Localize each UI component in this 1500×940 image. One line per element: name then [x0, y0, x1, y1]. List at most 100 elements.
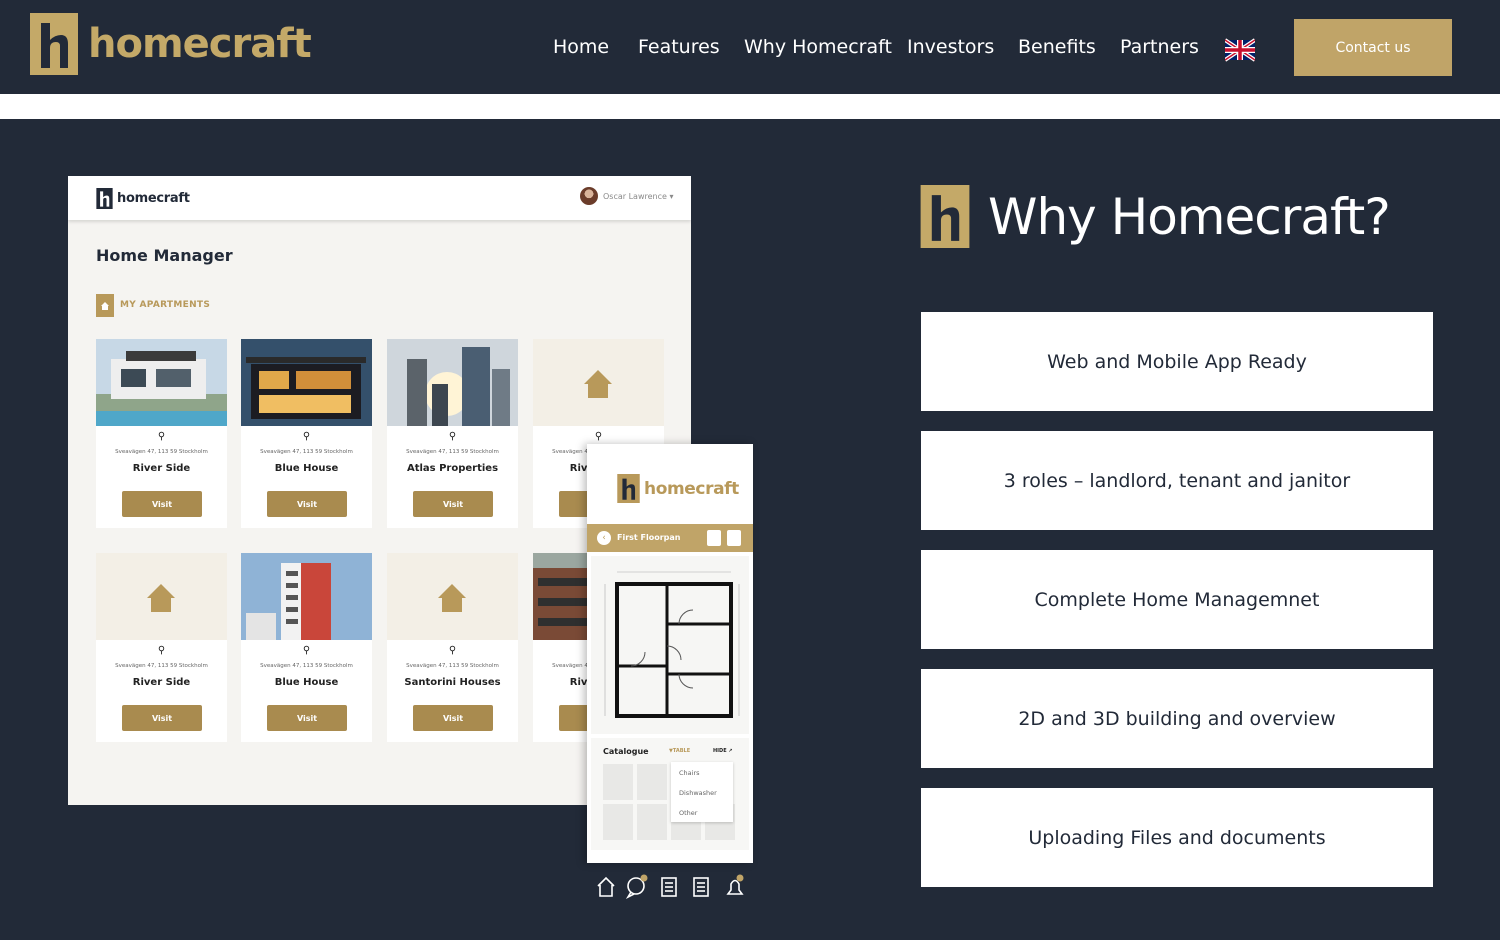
feature-card-home-management: Complete Home Managemnet: [921, 550, 1433, 649]
location-pin-icon: ⚲: [594, 431, 603, 442]
floor-plan-drawing: [604, 571, 740, 718]
nav-investors[interactable]: Investors: [907, 34, 994, 60]
apartment-address: Sveavägen 47, 113 59 Stockholm: [406, 663, 499, 669]
homecraft-logo-mark-icon: [617, 474, 640, 503]
nav-partners[interactable]: Partners: [1120, 34, 1199, 60]
feature-card-2d-3d: 2D and 3D building and overview: [921, 669, 1433, 768]
homecraft-logo[interactable]: homecraft: [30, 13, 312, 75]
nav-why-homecraft[interactable]: Why Homecraft: [744, 34, 892, 60]
house-icon: [438, 584, 466, 612]
avatar: [580, 187, 598, 205]
apartment-photo: [387, 339, 518, 426]
mobile-bottom-nav: [597, 874, 744, 899]
mobile-app-screenshot: homecraft ‹ First Floorpan Catalogue ▼TA…: [587, 444, 753, 863]
contact-us-button[interactable]: Contact us: [1294, 19, 1452, 76]
location-pin-icon: ⚲: [157, 645, 166, 656]
catalogue-item[interactable]: [637, 804, 667, 840]
apartment-name: River Side: [132, 677, 191, 688]
home-manager-title: Home Manager: [96, 246, 233, 265]
catalogue-dropdown: Chairs Dishwasher Other: [671, 762, 733, 822]
nav-features[interactable]: Features: [638, 34, 720, 60]
location-pin-icon: ⚲: [302, 645, 311, 656]
why-homecraft-heading: Why Homecraft?: [988, 188, 1391, 246]
apartment-address: Sveavägen 47, 113 59 Stockholm: [260, 449, 353, 455]
apartment-address: Sveavägen 47, 113 59 Stockholm: [260, 663, 353, 669]
chat-icon: [625, 877, 645, 899]
apartment-address: Sveavägen 47, 113 59 Stockholm: [406, 449, 499, 455]
floor-plan: [591, 556, 749, 734]
apartment-card: ⚲ Sveavägen 47, 113 59 Stockholm River S…: [96, 339, 227, 528]
visit-button[interactable]: Visit: [267, 705, 347, 731]
feature-card-web-mobile: Web and Mobile App Ready: [921, 312, 1433, 411]
top-navigation: homecraft Home Features Why Homecraft In…: [0, 0, 1500, 94]
nav-home[interactable]: Home: [553, 34, 609, 60]
apartment-placeholder: [387, 553, 518, 640]
apartment-address: Sveavägen 47, 113 59 Stockholm: [115, 449, 208, 455]
house-icon: [147, 584, 175, 612]
bell-icon: [726, 879, 744, 895]
mobile-app-logo-text: homecraft: [644, 478, 739, 499]
apartment-card: ⚲ Sveavägen 47, 113 59 Stockholm River S…: [96, 553, 227, 742]
dropdown-option[interactable]: Chairs: [679, 769, 700, 777]
location-pin-icon: ⚲: [302, 431, 311, 442]
user-icon[interactable]: [727, 530, 741, 546]
visit-button[interactable]: Visit: [122, 491, 202, 517]
header-divider: [0, 94, 1500, 119]
catalogue-item[interactable]: [637, 764, 667, 800]
apartment-card: ⚲ Sveavägen 47, 113 59 Stockholm Atlas P…: [387, 339, 518, 528]
my-apartments-label: MY APARTMENTS: [120, 300, 211, 310]
location-pin-icon: ⚲: [448, 645, 457, 656]
table-filter[interactable]: ▼TABLE: [669, 748, 690, 754]
mobile-app-logo: homecraft: [617, 474, 739, 503]
homecraft-logo-mark-icon: [96, 188, 113, 209]
nav-benefits[interactable]: Benefits: [1018, 34, 1096, 60]
apartment-photo: [241, 553, 372, 640]
apartment-placeholder: [96, 553, 227, 640]
apartment-name: Santorini Houses: [404, 677, 501, 688]
homecraft-logo-mark-icon: [920, 185, 970, 248]
home-icon: [96, 294, 114, 317]
floorplan-header: ‹ First Floorpan: [587, 524, 753, 552]
desktop-app-logo-text: homecraft: [117, 191, 190, 206]
apartment-photo: [241, 339, 372, 426]
visit-button[interactable]: Visit: [122, 705, 202, 731]
house-icon: [584, 370, 612, 398]
checklist-icon: [693, 877, 709, 897]
feature-card-uploading: Uploading Files and documents: [921, 788, 1433, 887]
catalogue-item[interactable]: [603, 804, 633, 840]
documents-icon: [661, 877, 677, 897]
hide-toggle[interactable]: HIDE ↗: [713, 748, 733, 754]
apartment-card: ⚲ Sveavägen 47, 113 59 Stockholm Blue Ho…: [241, 339, 372, 528]
apartment-card: ⚲ Sveavägen 47, 113 59 Stockholm Santori…: [387, 553, 518, 742]
uk-flag-icon[interactable]: [1225, 37, 1255, 63]
apartment-name: Atlas Properties: [406, 463, 499, 474]
visit-button[interactable]: Visit: [413, 491, 493, 517]
desktop-app-logo: homecraft: [96, 188, 190, 209]
visit-button[interactable]: Visit: [413, 705, 493, 731]
apartment-name: Blue House: [274, 463, 339, 474]
apartment-name: Blue House: [274, 677, 339, 688]
apartment-card: ⚲ Sveavägen 47, 113 59 Stockholm Blue Ho…: [241, 553, 372, 742]
location-pin-icon: ⚲: [157, 431, 166, 442]
location-pin-icon: ⚲: [448, 431, 457, 442]
dropdown-option[interactable]: Other: [679, 809, 697, 817]
user-name: Oscar Lawrence ▾: [603, 191, 674, 201]
catalogue-item[interactable]: [603, 764, 633, 800]
document-icon[interactable]: [707, 530, 721, 546]
apartment-name: River Side: [132, 463, 191, 474]
page: homecraft Home Features Why Homecraft In…: [0, 0, 1500, 940]
visit-button[interactable]: Visit: [267, 491, 347, 517]
home-outline-icon: [597, 876, 615, 897]
desktop-app-header: homecraft Oscar Lawrence ▾: [68, 176, 691, 220]
catalogue-panel: Catalogue ▼TABLE HIDE ↗ Chairs Dishwashe…: [591, 738, 749, 850]
apartment-address: Sveavägen 47, 113 59 Stockholm: [115, 663, 208, 669]
logo-text: homecraft: [88, 21, 312, 67]
feature-card-roles: 3 roles – landlord, tenant and janitor: [921, 431, 1433, 530]
homecraft-logo-mark-icon: [30, 13, 78, 75]
floorplan-title: First Floorpan: [617, 533, 681, 542]
dropdown-option[interactable]: Dishwasher: [679, 789, 717, 797]
back-arrow-icon[interactable]: ‹: [597, 531, 611, 545]
user-menu: Oscar Lawrence ▾: [580, 187, 673, 205]
apartment-placeholder: [533, 339, 664, 426]
catalogue-title: Catalogue: [603, 747, 649, 756]
